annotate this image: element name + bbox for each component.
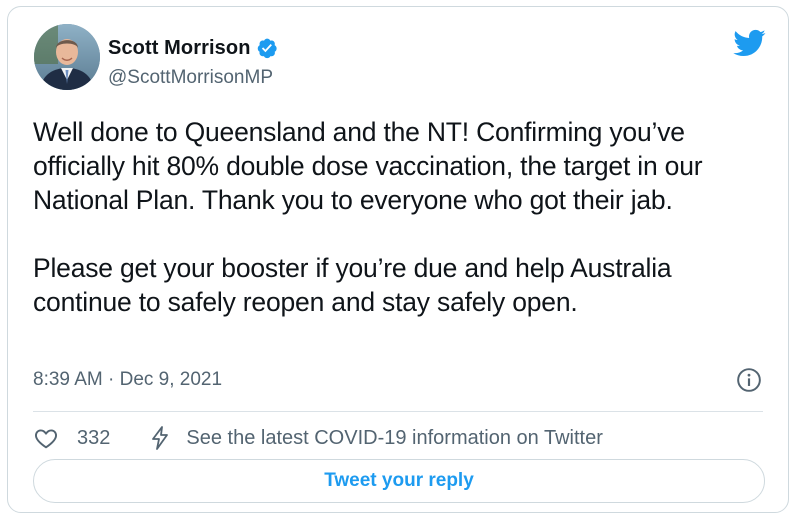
- divider: [33, 411, 763, 412]
- tweet-text: Well done to Queensland and the NT! Conf…: [33, 115, 773, 319]
- tweet-paragraph: Please get your booster if you’re due an…: [33, 253, 679, 317]
- info-icon[interactable]: [736, 367, 762, 393]
- avatar[interactable]: [34, 24, 100, 90]
- tweet-paragraph: Well done to Queensland and the NT! Conf…: [33, 117, 710, 215]
- twitter-bird-icon[interactable]: [732, 26, 766, 60]
- tweet-reply-button[interactable]: Tweet your reply: [33, 459, 765, 503]
- tweet-card: Scott Morrison @ScottMorrisonMP Well don…: [7, 6, 789, 513]
- tweet-timestamp[interactable]: 8:39 AM · Dec 9, 2021: [33, 369, 222, 391]
- covid-info-label[interactable]: See the latest COVID-19 information on T…: [186, 427, 603, 450]
- like-button[interactable]: 332: [33, 425, 110, 451]
- covid-info-link[interactable]: See the latest COVID-19 information on T…: [148, 425, 603, 451]
- heart-icon: [35, 429, 57, 449]
- tweet-actions: 332 See the latest COVID-19 information …: [33, 423, 603, 453]
- author-handle[interactable]: @ScottMorrisonMP: [108, 67, 273, 89]
- verified-badge-icon: [257, 38, 277, 59]
- profile-photo-icon: [34, 24, 100, 90]
- lightning-bolt-icon: [152, 426, 169, 450]
- like-count: 332: [77, 426, 111, 449]
- author-name-row[interactable]: Scott Morrison: [108, 34, 278, 62]
- author-display-name[interactable]: Scott Morrison: [108, 37, 251, 60]
